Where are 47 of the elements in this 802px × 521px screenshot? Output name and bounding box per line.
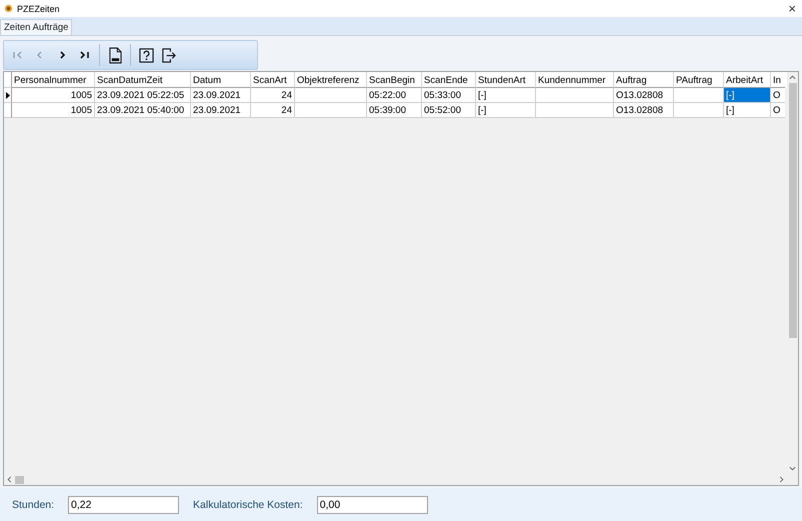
table-cell[interactable]: [-] [724, 88, 771, 103]
table-cell[interactable] [295, 88, 367, 103]
help-icon [138, 48, 154, 62]
first-icon [12, 49, 24, 61]
exit-icon [160, 48, 176, 62]
scroll-left-icon[interactable] [7, 476, 12, 483]
table-cell[interactable] [674, 88, 724, 103]
close-button[interactable]: × [788, 1, 796, 16]
input-field[interactable]: 0,00 [316, 496, 428, 514]
file-icon [108, 46, 122, 64]
last-icon [78, 49, 90, 61]
table-cell[interactable]: 23.09.2021 05:22:05 [95, 88, 191, 103]
table-cell[interactable]: 05:52:00 [422, 103, 476, 118]
table-cell[interactable]: 23.09.2021 05:40:00 [95, 103, 191, 118]
table-cell[interactable]: [-] [724, 103, 771, 118]
table-cell[interactable]: [-] [476, 88, 536, 103]
table-cell[interactable]: 1005 [12, 103, 95, 118]
table-cell[interactable]: O13.02808 [614, 88, 674, 103]
table-cell[interactable]: O [771, 103, 785, 118]
input-field[interactable]: 0,22 [68, 496, 180, 514]
tab[interactable]: Zeiten Aufträge [0, 19, 72, 35]
scrollbar-thumb[interactable] [788, 83, 796, 338]
table-cell[interactable] [536, 103, 614, 118]
table-cell[interactable]: [-] [476, 103, 536, 118]
table-cell[interactable]: O13.02808 [614, 103, 674, 118]
table-cell[interactable]: 23.09.2021 [191, 88, 251, 103]
window-title: PZEZeiten [17, 4, 60, 14]
row-header[interactable] [4, 88, 12, 103]
table-cell[interactable] [295, 103, 367, 118]
table-cell[interactable] [536, 88, 614, 103]
app-icon [4, 4, 13, 13]
table-cell[interactable]: O [771, 88, 785, 103]
table-cell[interactable]: 1005 [12, 88, 95, 103]
table-cell[interactable]: 05:39:00 [367, 103, 422, 118]
field-label: Stunden: [12, 498, 54, 510]
table-cell[interactable] [674, 103, 724, 118]
field-label: Kalkulatorische Kosten: [193, 498, 303, 510]
scroll-right-icon[interactable] [779, 476, 784, 483]
table-cell[interactable]: 23.09.2021 [191, 103, 251, 118]
scroll-up-icon[interactable] [789, 75, 796, 80]
scroll-down-icon[interactable] [789, 466, 796, 471]
table-cell[interactable]: 24 [251, 88, 295, 103]
scrollbar-thumb[interactable] [15, 476, 24, 484]
table-cell[interactable]: 24 [251, 103, 295, 118]
table-cell[interactable]: 05:33:00 [422, 88, 476, 103]
table-cell[interactable]: 05:22:00 [367, 88, 422, 103]
current-row-icon [6, 92, 10, 98]
